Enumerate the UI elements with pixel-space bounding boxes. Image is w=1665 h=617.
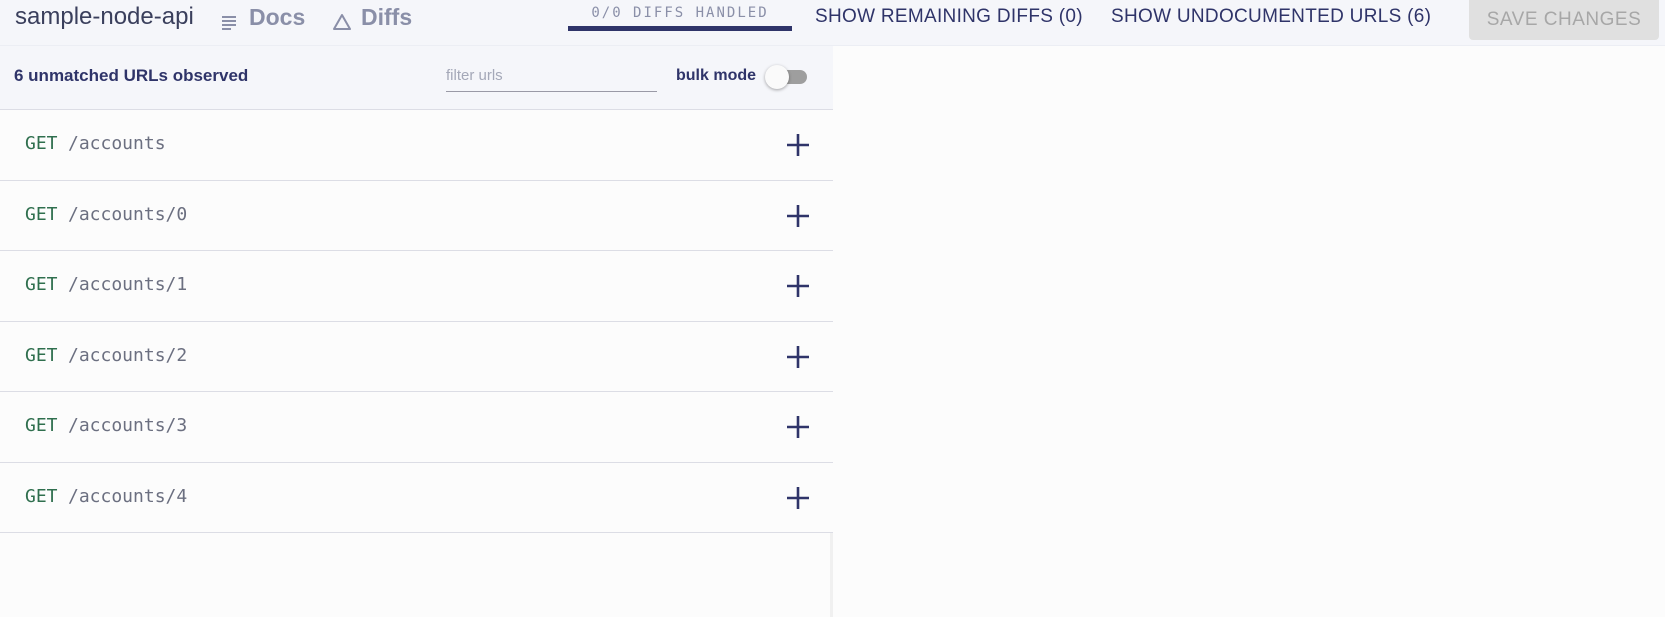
- plus-icon: [787, 416, 809, 438]
- progress-label: 0/0 DIFFS HANDLED: [591, 5, 769, 21]
- save-changes-button[interactable]: SAVE CHANGES: [1469, 0, 1659, 40]
- plus-icon: [787, 134, 809, 156]
- url-path: /accounts: [68, 133, 166, 154]
- triangle-icon: [333, 8, 351, 30]
- plus-icon: [787, 275, 809, 297]
- add-url-button[interactable]: [784, 131, 812, 159]
- unmatched-urls-panel: 6 unmatched URLs observed bulk mode GET …: [0, 46, 833, 617]
- url-path: /accounts/0: [68, 203, 188, 225]
- nav-docs-label: Docs: [249, 4, 306, 30]
- panel-header: 6 unmatched URLs observed bulk mode: [0, 46, 833, 110]
- url-path: /accounts/3: [68, 415, 188, 436]
- show-undocumented-urls-button[interactable]: SHOW UNDOCUMENTED URLS (6): [1111, 3, 1431, 31]
- detail-pane: [836, 46, 1665, 617]
- http-method: GET: [25, 203, 58, 225]
- docs-icon: [221, 8, 239, 30]
- url-row[interactable]: GET /accounts/4: [0, 462, 833, 533]
- url-row[interactable]: GET /accounts/1: [0, 251, 833, 322]
- http-method: GET: [25, 344, 58, 366]
- url-row[interactable]: GET /accounts/3: [0, 392, 833, 463]
- add-url-button[interactable]: [784, 272, 812, 300]
- url-path: /accounts/2: [68, 344, 188, 366]
- nav-docs[interactable]: Docs: [221, 2, 305, 32]
- http-method: GET: [25, 485, 58, 507]
- progress-track: [568, 26, 792, 31]
- plus-icon: [787, 486, 809, 509]
- add-url-button[interactable]: [784, 343, 812, 371]
- nav-diffs-label: Diffs: [361, 4, 413, 30]
- toggle-knob: [765, 65, 789, 89]
- add-url-button[interactable]: [784, 202, 812, 230]
- unmatched-urls-title: 6 unmatched URLs observed: [14, 66, 249, 85]
- url-path: /accounts/1: [68, 274, 188, 295]
- url-list: GET /accounts GET /accounts/0 GET /accou…: [0, 110, 833, 533]
- filter-urls-input[interactable]: [446, 60, 657, 92]
- url-row[interactable]: GET /accounts/2: [0, 321, 833, 392]
- show-remaining-diffs-button[interactable]: SHOW REMAINING DIFFS (0): [815, 3, 1083, 31]
- diffs-progress: 0/0 DIFFS HANDLED: [568, 0, 792, 32]
- add-url-button[interactable]: [784, 484, 812, 512]
- app-name[interactable]: sample-node-api: [15, 2, 194, 32]
- bulk-mode-toggle[interactable]: [765, 65, 811, 89]
- http-method: GET: [25, 415, 58, 436]
- nav-diffs[interactable]: Diffs: [333, 2, 412, 32]
- top-bar: sample-node-api Docs Diffs 0/0 DIFFS HAN…: [0, 0, 1665, 46]
- http-method: GET: [25, 133, 58, 154]
- progress-fill: [568, 26, 792, 31]
- add-url-button[interactable]: [784, 413, 812, 441]
- bulk-mode-label: bulk mode: [676, 67, 757, 84]
- plus-icon: [787, 204, 809, 227]
- url-path: /accounts/4: [68, 485, 188, 507]
- url-row[interactable]: GET /accounts: [0, 110, 833, 181]
- url-row[interactable]: GET /accounts/0: [0, 180, 833, 251]
- plus-icon: [787, 345, 809, 368]
- http-method: GET: [25, 274, 58, 295]
